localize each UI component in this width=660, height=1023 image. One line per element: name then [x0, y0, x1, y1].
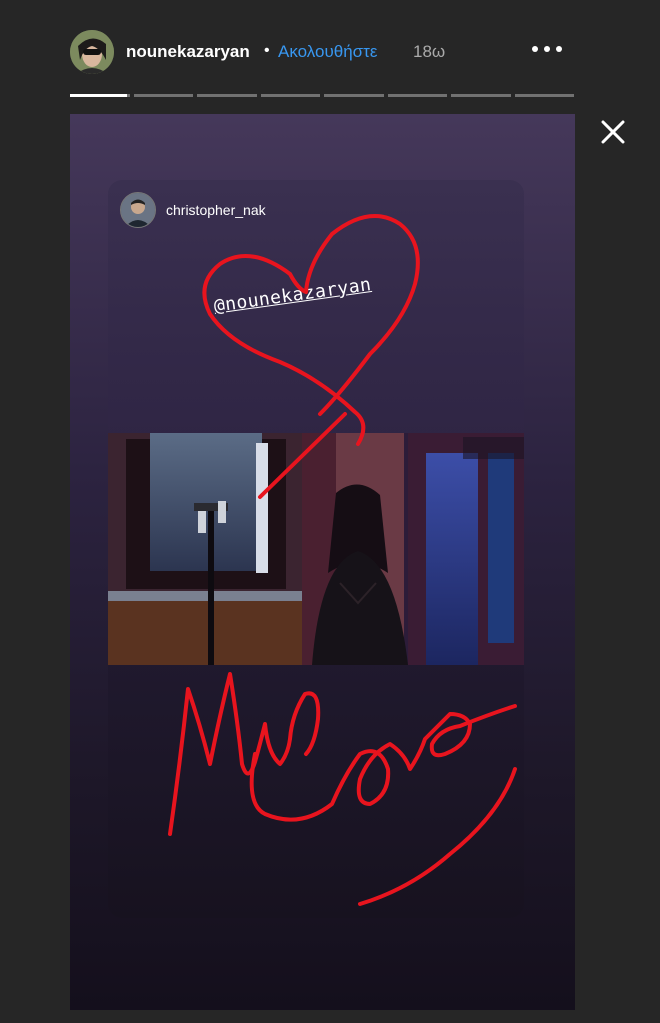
progress-segment — [324, 94, 384, 97]
follow-button[interactable]: Ακολουθήστε — [278, 42, 377, 62]
story-username[interactable]: nounekazaryan — [126, 42, 250, 62]
more-horizontal-icon[interactable] — [530, 38, 564, 60]
progress-segment — [197, 94, 257, 97]
close-icon[interactable] — [598, 117, 628, 147]
progress-segment — [133, 94, 193, 97]
story-progress-bar — [70, 94, 574, 97]
story-header: nounekazaryan • Ακολουθήστε 18ω — [0, 0, 660, 95]
progress-segment-fill — [70, 94, 127, 97]
progress-segment — [387, 94, 447, 97]
progress-segment — [514, 94, 574, 97]
progress-segment — [260, 94, 320, 97]
shared-video-thumbnail[interactable] — [108, 433, 524, 665]
shared-post-card[interactable]: christopher_nak @nounekazaryan — [108, 180, 524, 918]
story-timestamp: 18ω — [413, 42, 446, 61]
shared-post-username[interactable]: christopher_nak — [166, 202, 266, 218]
progress-segment — [70, 94, 130, 97]
mention-sticker[interactable]: @nounekazaryan — [213, 274, 373, 317]
separator-dot: • — [264, 42, 270, 59]
story-frame[interactable]: christopher_nak @nounekazaryan — [70, 114, 575, 1010]
progress-segment — [451, 94, 511, 97]
shared-post-avatar[interactable] — [120, 192, 156, 228]
profile-avatar[interactable] — [70, 30, 114, 74]
